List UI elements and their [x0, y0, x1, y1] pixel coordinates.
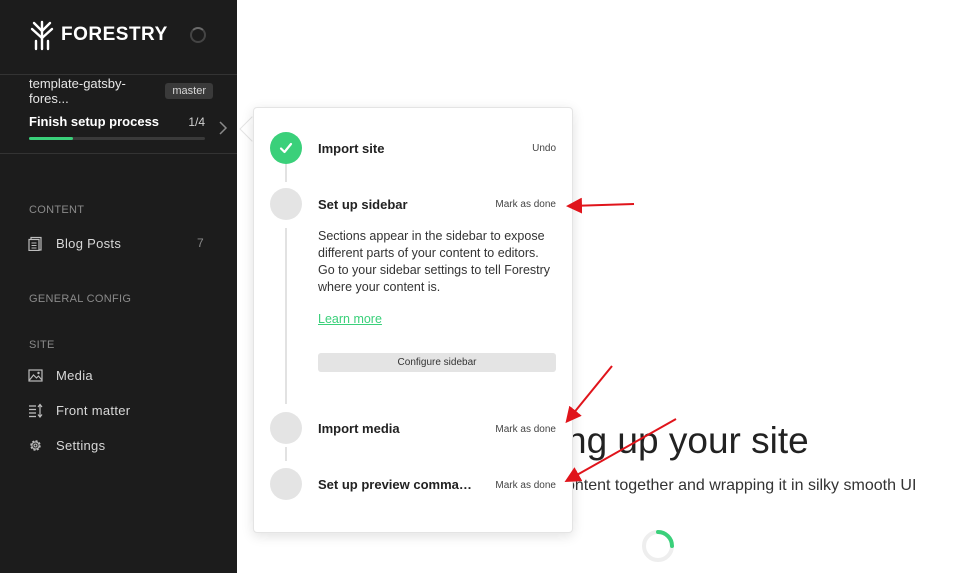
section-label-general-config: GENERAL CONFIG	[29, 293, 132, 305]
sidebar-item-label: Front matter	[56, 402, 131, 418]
document-icon	[28, 236, 42, 251]
mark-as-done-button[interactable]: Mark as done	[495, 480, 556, 491]
setup-count: 1/4	[188, 114, 205, 129]
sidebar-item-label: Media	[56, 367, 93, 383]
sidebar-item-media[interactable]: Media	[28, 365, 208, 385]
mark-as-done-button[interactable]: Mark as done	[495, 199, 556, 210]
step-title-import-media: Import media	[318, 421, 400, 436]
configure-sidebar-button[interactable]: Configure sidebar	[318, 353, 556, 372]
item-count: 7	[197, 236, 204, 250]
step-title-set-up-sidebar: Set up sidebar	[318, 197, 408, 212]
tree-logo-icon	[30, 20, 54, 51]
sidebar-item-settings[interactable]: Settings	[28, 435, 208, 455]
sidebar-item-front-matter[interactable]: Front matter	[28, 400, 208, 420]
sidebar-item-label: Blog Posts	[56, 235, 122, 251]
section-label-site: SITE	[29, 339, 55, 351]
undo-button[interactable]: Undo	[532, 143, 556, 154]
setup-progress-fill	[29, 137, 73, 140]
step-connector	[285, 228, 287, 404]
chevron-right-icon[interactable]	[218, 121, 228, 135]
section-label-content: CONTENT	[29, 204, 85, 216]
setup-label: Finish setup process	[29, 114, 160, 129]
loading-spinner-icon	[190, 27, 206, 43]
learn-more-link[interactable]: Learn more	[318, 312, 382, 326]
sidebar-item-label: Settings	[56, 437, 106, 453]
divider	[0, 74, 237, 75]
step-pending-indicator	[270, 468, 302, 500]
sidebar-item-blog-posts[interactable]: Blog Posts 7	[28, 233, 208, 253]
image-icon	[28, 368, 43, 382]
step-title-import-site: Import site	[318, 141, 385, 156]
divider	[0, 153, 237, 154]
step-description: Sections appear in the sidebar to expose…	[318, 229, 551, 294]
gear-icon	[30, 439, 41, 451]
step-pending-indicator	[270, 412, 302, 444]
checkmark-icon	[279, 142, 293, 154]
repo-selector[interactable]: template-gatsby-fores... master	[29, 76, 213, 106]
sort-list-icon	[29, 403, 43, 418]
step-title-set-up-preview: Set up preview comma…	[318, 477, 472, 492]
annotation-arrow	[566, 197, 635, 214]
step-connector	[285, 164, 287, 182]
hero-title: ng up your site	[566, 420, 809, 461]
step-pending-indicator	[270, 188, 302, 220]
step-connector	[285, 447, 287, 461]
step-complete-indicator	[270, 132, 302, 164]
setup-progress-bar	[29, 137, 205, 140]
finish-setup-toggle[interactable]: Finish setup process 1/4	[29, 114, 205, 129]
hero-subtitle: ontent together and wrapping it in silky…	[566, 477, 917, 494]
sidebar: FORESTRY template-gatsby-fores... master…	[0, 0, 237, 573]
branch-badge[interactable]: master	[165, 83, 213, 99]
brand-name: FORESTRY	[61, 24, 168, 45]
annotation-arrow	[565, 365, 613, 424]
setup-popover	[253, 107, 573, 533]
brand-logo[interactable]: FORESTRY	[28, 18, 168, 52]
repo-name: template-gatsby-fores...	[29, 76, 126, 106]
mark-as-done-button[interactable]: Mark as done	[495, 424, 556, 435]
loading-spinner-icon	[642, 530, 674, 562]
